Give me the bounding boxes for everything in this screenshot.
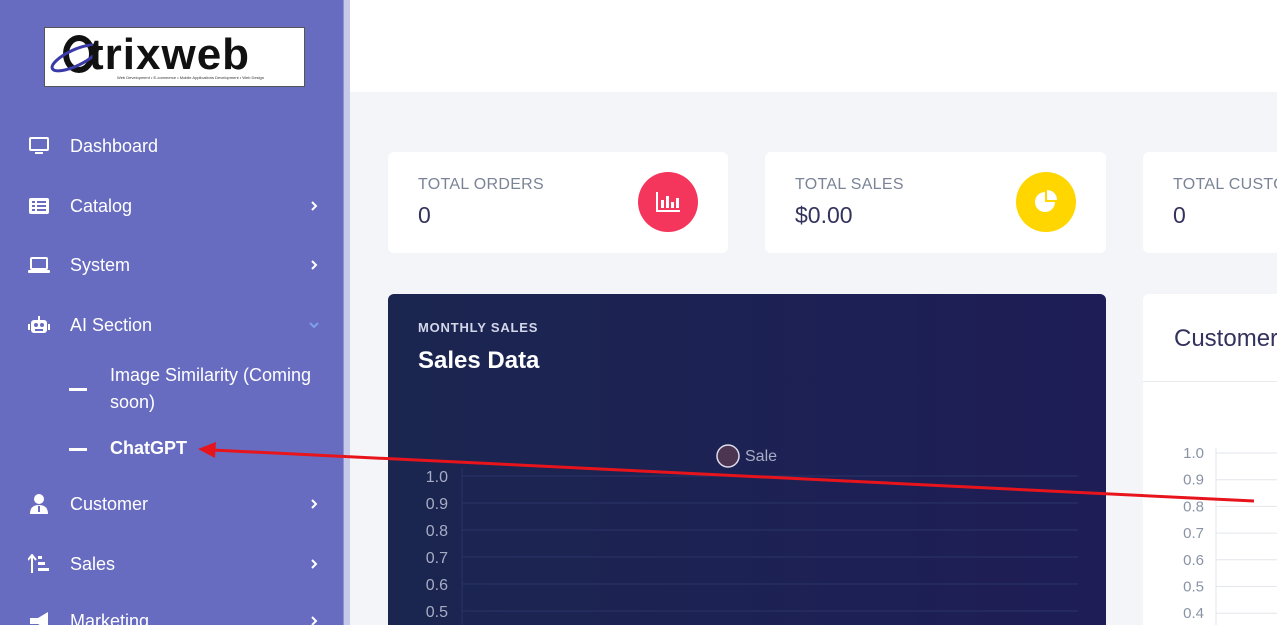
y-tick-label: 1.0 xyxy=(1183,445,1204,462)
card-title: TOTAL ORDERS xyxy=(418,176,544,193)
monitor-icon xyxy=(28,135,50,157)
sidebar-scrollbar[interactable] xyxy=(343,0,350,625)
user-icon xyxy=(28,493,50,515)
card-total-orders: TOTAL ORDERS 0 xyxy=(388,152,728,253)
logo-tagline: Web Development • E-commerce • Mobile Ap… xyxy=(117,75,265,80)
laptop-icon xyxy=(28,254,50,276)
sales-chart: 1.0 0.9 0.8 0.7 0.6 0.5 Sale xyxy=(426,444,1078,625)
y-tick-label: 0.6 xyxy=(1183,552,1204,569)
sidebar-item-dashboard[interactable]: Dashboard xyxy=(0,126,343,166)
y-tick-label: 1.0 xyxy=(426,469,448,486)
sidebar-item-catalog[interactable]: Catalog xyxy=(0,186,343,226)
card-title: TOTAL SALES xyxy=(795,176,904,193)
sidebar-item-customer[interactable]: Customer xyxy=(0,484,343,524)
sidebar-item-label: Sales xyxy=(70,553,116,574)
sidebar-subitem-chatgpt[interactable]: ChatGPT xyxy=(0,435,343,463)
y-tick-label: 0.9 xyxy=(1183,472,1204,489)
sidebar-item-label: Catalog xyxy=(70,195,133,216)
y-tick-label: 0.5 xyxy=(1183,579,1204,596)
chevron-down-icon xyxy=(309,322,319,329)
legend-marker xyxy=(716,444,740,468)
sidebar-item-system[interactable]: System xyxy=(0,245,343,285)
sidebar-item-label: Customer xyxy=(70,493,149,514)
dash-icon xyxy=(69,448,87,451)
list-icon xyxy=(28,195,50,217)
brand-logo[interactable]: trixweb Web Development • E-commerce • M… xyxy=(44,27,305,87)
sort-amount-icon xyxy=(28,553,50,575)
chevron-right-icon xyxy=(311,559,318,569)
card-value: 0 xyxy=(1173,202,1186,228)
card-value: $0.00 xyxy=(795,202,853,228)
megaphone-icon xyxy=(28,610,50,625)
dash-icon xyxy=(69,388,87,391)
sidebar-subitem-label: Image Similarity (Coming soon) xyxy=(110,365,312,412)
chevron-right-icon xyxy=(311,499,318,509)
sales-chart-panel: MONTHLY SALES Sales Data 1.0 0.9 0.8 0.7 0.6… xyxy=(388,294,1106,625)
customers-chart: 1.0 0.9 0.8 0.7 0.6 0.5 0.4 xyxy=(1183,445,1277,625)
sidebar-item-ai-section[interactable]: AI Section xyxy=(0,305,343,345)
chevron-right-icon xyxy=(311,260,318,270)
y-tick-label: 0.5 xyxy=(426,604,448,621)
customers-chart-panel: Customers 1.00.90.80.70.60.50.4 xyxy=(1143,294,1277,625)
robot-icon xyxy=(28,314,50,336)
y-tick-label: 0.9 xyxy=(426,496,448,513)
card-value: 0 xyxy=(418,202,431,228)
sidebar-item-label: Dashboard xyxy=(70,135,159,156)
y-tick-label: 0.7 xyxy=(1183,525,1204,542)
chart-bar-icon xyxy=(638,172,698,232)
y-tick-label: 0.6 xyxy=(426,577,448,594)
top-navbar xyxy=(350,0,1277,92)
legend-label: Sale xyxy=(745,448,777,465)
sidebar-item-label: System xyxy=(70,254,131,275)
sidebar: trixweb Web Development • E-commerce • M… xyxy=(0,0,343,625)
sidebar-subitem-image-similarity[interactable]: Image Similarity (Coming soon) xyxy=(0,362,343,418)
sidebar-item-label: AI Section xyxy=(70,314,153,335)
chevron-right-icon xyxy=(311,616,318,625)
y-tick-label: 0.8 xyxy=(1183,498,1204,515)
sidebar-item-sales[interactable]: Sales xyxy=(0,544,343,584)
sidebar-item-label: Marketing xyxy=(70,610,150,625)
chevron-right-icon xyxy=(311,201,318,211)
card-title: TOTAL CUSTOMERS xyxy=(1173,176,1277,193)
y-tick-label: 0.7 xyxy=(426,550,448,567)
logo-text: trixweb xyxy=(89,30,251,79)
y-tick-label: 0.4 xyxy=(1183,605,1204,622)
y-tick-label: 0.8 xyxy=(426,523,448,540)
card-total-customers: TOTAL CUSTOMERS 0 xyxy=(1143,152,1277,253)
chart-pie-icon xyxy=(1016,172,1076,232)
sidebar-item-marketing[interactable]: Marketing xyxy=(0,601,343,625)
card-total-sales: TOTAL SALES $0.00 xyxy=(765,152,1106,253)
sidebar-subitem-label: ChatGPT xyxy=(110,438,188,458)
